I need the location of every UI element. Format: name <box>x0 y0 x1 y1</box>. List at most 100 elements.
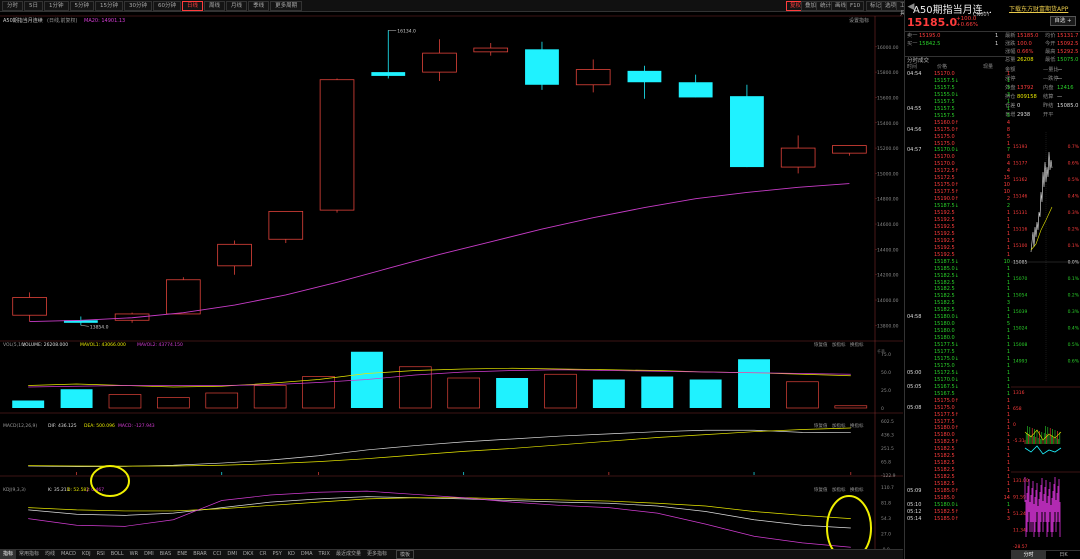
candle-body-4[interactable] <box>217 243 252 267</box>
candle-body-9[interactable] <box>473 47 509 53</box>
candle-body-7[interactable] <box>371 72 406 76</box>
tick-row: 05:12 15182.5↑ 1 <box>906 509 1011 516</box>
candle-body-15[interactable] <box>780 147 816 168</box>
indicator-tab-21[interactable]: 更多指标 <box>364 550 390 559</box>
indicator-tab-9[interactable]: BIAS <box>157 550 175 559</box>
indicator-tab-2[interactable]: 均线 <box>42 550 58 559</box>
tick-volume: 1 <box>1006 432 1010 439</box>
tick-volume: 1 <box>1006 439 1010 446</box>
quote-value-1: 15195.0 <box>919 33 941 39</box>
indicator-tab-0[interactable]: 指标 <box>0 550 17 559</box>
tick-volume: 3 <box>1006 91 1010 98</box>
indicator-tab-7[interactable]: WR <box>127 550 141 559</box>
tick-price: 15182.5 <box>934 307 955 314</box>
candle-body-11[interactable] <box>575 69 611 86</box>
toolbar-right-4[interactable]: F10 <box>846 1 865 11</box>
tick-row: 15177.5 1 <box>906 419 1011 426</box>
stat-value-2: — <box>1057 94 1063 100</box>
indicator-tab-18[interactable]: DMA <box>298 550 316 559</box>
period-tab-1[interactable]: 5日 <box>24 0 44 11</box>
period-tab-11[interactable]: 更多周期 <box>270 0 303 11</box>
candle-body-8[interactable] <box>422 52 457 73</box>
mini-price-tick-4: 15131 <box>1013 210 1027 216</box>
tick-price: 15182.5 <box>934 293 955 300</box>
candle-body-0[interactable] <box>12 297 47 316</box>
stat-row-3: 持仓 809158 结算 — <box>1005 93 1080 101</box>
mini-intraday-chart[interactable]: 15193 0.7% 15177 0.6% 15162 0.5% 15146 0.4% 1513… <box>1011 132 1080 550</box>
indicator-tab-11[interactable]: BRAR <box>190 550 210 559</box>
tick-volume: 3 <box>1006 515 1010 522</box>
stat-label-2: 内盘 <box>1043 85 1054 91</box>
mini-price-tick-6: 15100 <box>1013 243 1027 249</box>
candle-body-6[interactable] <box>319 79 355 211</box>
stat-value-2: — <box>1057 76 1063 82</box>
indicator-tab-6[interactable]: BOLL <box>108 550 127 559</box>
tick-row: 15177.5 1 <box>906 349 1011 356</box>
tick-volume: 1 <box>1006 411 1010 418</box>
candle-body-12[interactable] <box>627 70 662 83</box>
mini-tab-0[interactable]: 分时 <box>1011 551 1046 559</box>
tick-price: 15182.5 <box>934 446 955 453</box>
mini-pct-tick-10: 0.3% <box>1068 309 1080 315</box>
tick-price: 15192.5 <box>934 223 955 230</box>
tick-price: 15157.5 <box>934 112 955 119</box>
mini-price-tick-10: 15039 <box>1013 309 1027 315</box>
period-tab-4[interactable]: 15分钟 <box>95 0 124 11</box>
quote-value-1: 15842.5 <box>919 41 941 47</box>
tick-price: 15177.5↑ <box>934 189 959 196</box>
period-tab-2[interactable]: 1分钟 <box>44 0 69 11</box>
kline-chart-area[interactable]: A50期指当月连续 (日线,前复权) MA20: 14901.13 设置指标 16000… <box>0 12 903 557</box>
candle-body-3[interactable] <box>166 279 201 315</box>
mini-kdj-tick-2: 51.24 <box>1013 511 1026 517</box>
period-tab-0[interactable]: 分时 <box>2 0 24 11</box>
indicator-tab-5[interactable]: RSI <box>94 550 108 559</box>
indicator-tab-20[interactable]: 最近成交量 <box>333 550 364 559</box>
period-tab-7[interactable]: 日线 <box>182 0 204 11</box>
kdj-tick-1: 81.8 <box>881 501 891 507</box>
indicator-tab-12[interactable]: CCI <box>210 550 224 559</box>
price-tick-2: 15600.00 <box>877 95 899 101</box>
period-tab-6[interactable]: 60分钟 <box>153 0 182 11</box>
mini-tab-1[interactable]: 日K <box>1046 551 1080 559</box>
indicator-tab-15[interactable]: CR <box>257 550 270 559</box>
period-tab-5[interactable]: 30分钟 <box>124 0 153 11</box>
tick-price: 15170.0 <box>934 154 955 161</box>
indicator-tab-3[interactable]: MACD <box>58 550 79 559</box>
candle-body-13[interactable] <box>678 82 713 98</box>
indicator-tab-4[interactable]: KDJ <box>79 550 94 559</box>
indicator-tab-17[interactable]: KD <box>285 550 298 559</box>
indicator-tab-1[interactable]: 常用指标 <box>16 550 42 559</box>
tick-price: 15180.0 <box>934 328 955 335</box>
indicator-tab-16[interactable]: PSY <box>270 550 285 559</box>
add-watchlist-button[interactable]: 自选 + <box>1050 16 1076 26</box>
template-tab[interactable]: 模板 <box>395 550 414 559</box>
period-tab-9[interactable]: 月线 <box>226 0 248 11</box>
candle-body-5[interactable] <box>268 210 304 240</box>
mini-price-tick-8: 15070 <box>1013 276 1027 282</box>
tick-price: 15182.5 <box>934 474 955 481</box>
candle-body-10[interactable] <box>525 49 559 85</box>
ticks-list[interactable]: 04:54 15170.0 1 15157.5↓ 1 15157.5 3 15155.0↓ 3 1… <box>905 71 1011 557</box>
period-tab-8[interactable]: 周线 <box>204 0 226 11</box>
download-app-link[interactable]: 下载东方财富期货APP <box>1009 4 1068 13</box>
tick-price: 15182.5 <box>934 453 955 460</box>
tick-volume: 1 <box>1006 328 1010 335</box>
tick-price: 15175.0 <box>934 404 955 411</box>
tick-volume: 1 <box>1006 314 1010 321</box>
candle-body-16[interactable] <box>832 145 867 154</box>
indicator-tab-13[interactable]: DMI <box>224 550 240 559</box>
mini-price-tick-3: 15146 <box>1013 194 1027 200</box>
macd-dif-label: DIF: 436.125 <box>48 423 77 429</box>
indicator-tab-19[interactable]: TRIX <box>316 550 333 559</box>
candle-body-14[interactable] <box>730 96 764 168</box>
tick-price: 15167.5↓ <box>934 383 959 390</box>
tick-price: 15182.5 <box>934 481 955 488</box>
indicator-tab-14[interactable]: DKX <box>240 550 257 559</box>
quote-label-4: 今开 <box>1045 41 1056 47</box>
tick-time: 05:08 <box>907 404 922 411</box>
period-tab-3[interactable]: 5分钟 <box>69 0 95 11</box>
indicator-tab-8[interactable]: DMI <box>141 550 157 559</box>
period-tab-10[interactable]: 季线 <box>248 0 270 11</box>
candle-body-2[interactable] <box>114 313 150 321</box>
indicator-tab-10[interactable]: ENE <box>174 550 190 559</box>
